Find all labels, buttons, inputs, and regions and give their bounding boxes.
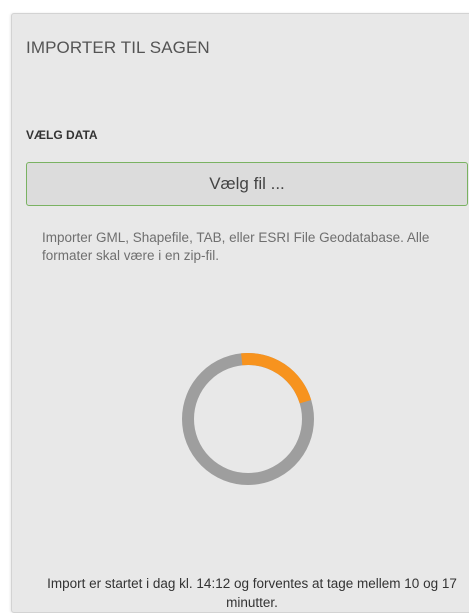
import-status-text: Import er startet i dag kl. 14:12 og for… <box>47 576 457 610</box>
import-panel: IMPORTER TIL SAGEN VÆLG DATA Vælg fil ..… <box>11 13 469 613</box>
section-label-select-data: VÆLG DATA <box>26 128 98 142</box>
loading-spinner-icon <box>182 353 314 485</box>
import-help-text: Importer GML, Shapefile, TAB, eller ESRI… <box>42 230 430 263</box>
choose-file-button[interactable]: Vælg fil ... <box>26 162 468 206</box>
panel-title: IMPORTER TIL SAGEN <box>26 38 210 57</box>
